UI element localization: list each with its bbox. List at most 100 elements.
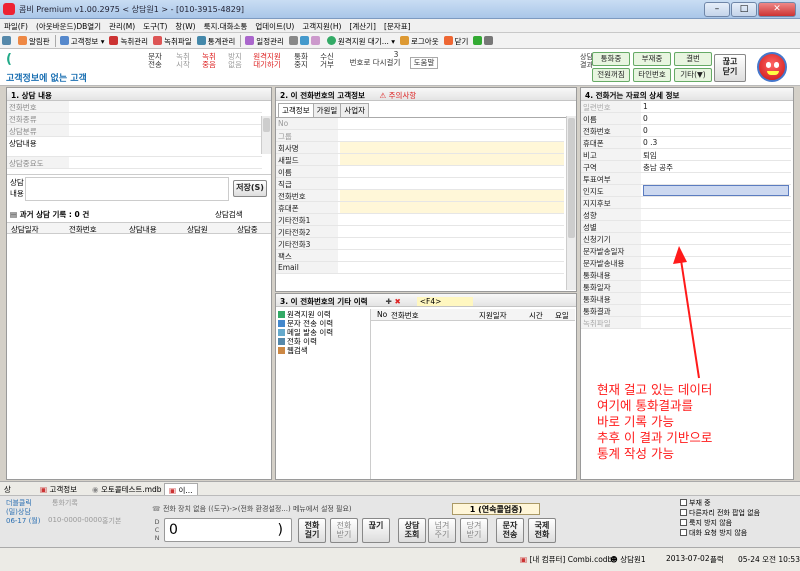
toolbar-record-file[interactable]: 녹취파일 [151,34,195,48]
tab-mdb[interactable]: ◉ 오토콜테스트.mdb [92,484,162,495]
detail-row-value[interactable]: 충남 공주 [643,162,673,173]
call-result-button-1[interactable]: 부재중 [633,52,671,66]
customer-row-value[interactable] [340,214,564,225]
customer-row-value[interactable] [340,262,564,273]
save-button[interactable]: 저장(S) [233,180,267,197]
toolbar-customer[interactable]: 고객정보 ▾ [58,34,108,48]
history-col-0[interactable]: 상담일자 [11,224,39,235]
menu-item-1[interactable]: (아웃바운드)DB열기 [32,19,105,32]
option-check[interactable]: 룩지 방지 않음 [680,518,800,528]
detail-row-value[interactable] [643,185,789,196]
menu-item-3[interactable]: 도구(T) [139,19,171,32]
history-tree-item[interactable]: 원격지원 이력 [278,310,368,319]
menu-item-2[interactable]: 관리(M) [105,19,139,32]
menu-item-7[interactable]: 고객지원(H) [298,19,345,32]
customer-row-value[interactable] [340,238,564,249]
call-mode[interactable]: 1 (연속콜업중) [452,503,540,515]
tab-top[interactable]: 상 [4,484,11,495]
call-result-button-0[interactable]: 통화중 [592,52,630,66]
history-col-3[interactable]: 상담원 [187,224,208,235]
phone-button-3[interactable]: 상담 조회 [398,518,426,543]
toolbar-icons[interactable] [287,34,325,48]
customer-row-value[interactable] [340,166,564,177]
record-start-button[interactable]: 녹취 시작 [172,53,194,69]
toolbar-notice[interactable]: 알림판 [16,34,53,48]
hangup-close-button[interactable]: 끊고 닫기 [714,54,746,82]
phone-button-6[interactable]: 문자 전송 [496,518,524,543]
customer-row-value[interactable] [340,226,564,237]
remote-support-button[interactable]: 원격지원 대기하기 [250,53,284,69]
menu-item-9[interactable]: [문자표] [380,19,415,32]
detail-row-value[interactable]: 0 [643,114,648,123]
toolbar-logout[interactable]: 로그아웃 [398,34,442,48]
history-list-col-0[interactable]: No [377,310,387,319]
history-col-2[interactable]: 상담내용 [129,224,157,235]
dial-input[interactable]: 0) [164,518,292,542]
history-list-col-4[interactable]: 요일 [555,310,569,321]
history-list-col-2[interactable]: 지원일자 [479,310,507,321]
tab-business[interactable]: 사업자 [340,103,370,117]
menu-item-5[interactable]: 룩지.대화소통 [200,19,252,32]
option-check[interactable]: 대화 요청 방지 않음 [680,528,800,538]
phone-button-2[interactable]: 끊기 [362,518,390,543]
toolbar-stats[interactable]: 통계관리 [195,34,239,48]
customer-row-value[interactable] [340,154,564,165]
call-result-button-4[interactable]: 타인번호 [633,68,671,82]
customer-row-value[interactable] [340,130,564,141]
reject-button[interactable]: 수신 거부 [316,53,338,69]
phone-button-4[interactable]: 넘겨 주기 [428,518,456,543]
option-check[interactable]: 부재 중 [680,498,800,508]
customer-row-value[interactable] [340,142,564,153]
tab-join-date[interactable]: 가원일 [312,103,342,117]
toolbar-record-mgmt[interactable]: 녹취관리 [107,34,151,48]
call-result-button-5[interactable]: 기타(▼) [674,68,712,82]
memo-input[interactable] [25,177,229,201]
history-list-col-3[interactable]: 시간 [529,310,543,321]
toolbar-extra-icons[interactable] [471,34,498,48]
toolbar-schedule[interactable]: 일정관리 [243,34,287,48]
menu-item-6[interactable]: 업데이트(U) [251,19,298,32]
phone-button-5[interactable]: 당겨 받기 [460,518,488,543]
tab-customer[interactable]: ▣ 고객정보 [40,484,77,495]
customer-row-value[interactable] [340,250,564,261]
phone-button-0[interactable]: 전화 걸기 [298,518,326,543]
memo-button[interactable]: 방지 없음 [224,53,246,69]
history-search[interactable]: 상담검색 [215,209,243,220]
option-check[interactable]: 다른자리 전화 팝업 없음 [680,508,800,518]
history-tree-item[interactable]: 웹검색 [278,346,368,355]
record-on-button[interactable]: 녹취 중음 [198,53,220,69]
detail-row-value[interactable]: 1 [643,102,648,111]
phone-button-7[interactable]: 국제 전화 [528,518,556,543]
customer-row-value[interactable] [340,118,564,129]
history-tree-item[interactable]: 문자 전송 이력 [278,319,368,328]
detail-row-value[interactable]: 0 .3 [643,138,657,147]
menu-item-4[interactable]: 창(W) [171,19,199,32]
menu-item-8[interactable]: [계산기] [345,19,380,32]
sms-send-button[interactable]: 문자 전송 [144,53,166,69]
call-result-button-2[interactable]: 결번 [674,52,712,66]
history-tree-item[interactable]: 메일 발송 이력 [278,328,368,337]
warning-link[interactable]: 주의사항 [389,91,417,100]
eye-icon[interactable] [0,34,16,48]
customer-row-value[interactable] [340,190,564,201]
detail-row-value[interactable]: 퇴임 [643,150,657,161]
close-button[interactable]: ✕ [758,2,796,17]
history-col-1[interactable]: 전화번호 [69,224,97,235]
toolbar-close[interactable]: 닫기 [442,34,472,48]
customer-row-value[interactable] [340,202,564,213]
history-list-col-1[interactable]: 전화번호 [391,310,419,321]
history-col-4[interactable]: 상담중 [237,224,258,235]
redial-button[interactable]: 번호로 다시걸기 [344,59,406,67]
history-tree-item[interactable]: 전화 이력 [278,337,368,346]
maximize-button[interactable]: □ [731,2,757,17]
customer-row-value[interactable] [340,178,564,189]
help-button[interactable]: 도움말 [410,57,438,69]
tab-customer-info[interactable]: 고객정보 [278,103,314,117]
phone-button-1[interactable]: 전화 받기 [330,518,358,543]
toolbar-remote-wait[interactable]: 원격지원 대기... ▾ [325,34,398,48]
detail-row-value[interactable]: 0 [643,126,648,135]
minimize-button[interactable]: – [704,2,730,17]
menu-item-0[interactable]: 파일(F) [0,19,32,32]
call-result-button-3[interactable]: 전원꺼짐 [592,68,630,82]
call-stop-button[interactable]: 통화 중지 [290,53,312,69]
